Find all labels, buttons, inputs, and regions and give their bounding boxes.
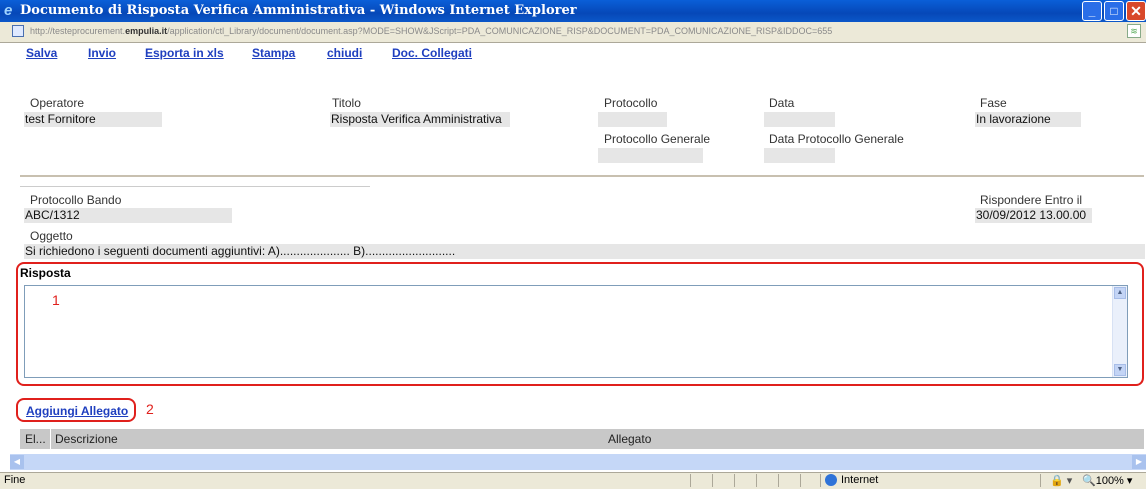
protocollo-bando-field: ABC/1312	[24, 208, 232, 223]
operatore-label: Operatore	[30, 96, 85, 110]
window-titlebar: e Documento di Risposta Verifica Amminis…	[0, 0, 1146, 22]
status-bar: Fine Internet 🔒 ▾ 🔍100% ▾	[0, 472, 1146, 489]
page-icon	[12, 25, 24, 37]
internet-explorer-icon: e	[4, 2, 13, 19]
oggetto-field: Si richiedono i seguenti documenti aggiu…	[24, 244, 1145, 259]
annotation-number-1: 1	[52, 292, 60, 308]
section-divider	[20, 175, 1144, 177]
annotation-number-2: 2	[146, 401, 154, 417]
internet-zone-icon	[825, 474, 837, 486]
scroll-right-icon[interactable]: ▶	[1132, 455, 1146, 469]
scroll-left-icon[interactable]: ◀	[10, 455, 24, 469]
rispondere-entro-label: Rispondere Entro il	[980, 193, 1083, 207]
data-protocollo-generale-label: Data Protocollo Generale	[769, 132, 904, 146]
horizontal-scrollbar[interactable]: ◀ ▶	[10, 454, 1146, 470]
status-separator	[690, 474, 691, 487]
column-header-allegato[interactable]: Allegato	[608, 432, 651, 446]
zoom-value: 100%	[1095, 475, 1124, 487]
window-title: Documento di Risposta Verifica Amministr…	[20, 3, 577, 18]
fase-label: Fase	[980, 96, 1007, 110]
minimize-button[interactable]: _	[1082, 1, 1102, 21]
protocollo-generale-label: Protocollo Generale	[604, 132, 711, 146]
address-bar[interactable]: http://testeprocurement.empulia.it/appli…	[0, 22, 1146, 43]
data-field	[764, 112, 835, 127]
status-separator	[1040, 474, 1041, 487]
url-domain: empulia.it	[125, 26, 168, 36]
url-text[interactable]: http://testeprocurement.empulia.it/appli…	[30, 26, 832, 36]
close-link[interactable]: chiudi	[327, 46, 362, 60]
maximize-button[interactable]: □	[1104, 1, 1124, 21]
feed-icon[interactable]: ≋	[1127, 24, 1141, 38]
status-separator	[734, 474, 735, 487]
titolo-field: Risposta Verifica Amministrativa	[330, 112, 510, 127]
status-separator	[756, 474, 757, 487]
protocollo-field	[598, 112, 667, 127]
status-text: Fine	[4, 474, 26, 486]
close-window-button[interactable]: ✕	[1126, 1, 1146, 21]
status-separator	[820, 474, 821, 487]
annotation-box-2	[16, 398, 136, 422]
protocollo-label: Protocollo	[604, 96, 658, 110]
export-xls-link[interactable]: Esporta in xls	[145, 46, 224, 60]
status-separator	[712, 474, 713, 487]
rispondere-entro-field: 30/09/2012 13.00.00	[975, 208, 1092, 223]
column-header-descrizione[interactable]: Descrizione	[55, 432, 118, 446]
fase-field: In lavorazione	[975, 112, 1081, 127]
operatore-field: test Fornitore	[24, 112, 162, 127]
protocollo-bando-label: Protocollo Bando	[30, 193, 122, 207]
protocollo-generale-field	[598, 148, 703, 163]
column-separator	[50, 429, 51, 449]
security-zone[interactable]: Internet	[841, 474, 878, 486]
print-link[interactable]: Stampa	[252, 46, 295, 60]
protected-mode-icon[interactable]: 🔒 ▾	[1050, 474, 1072, 487]
oggetto-label: Oggetto	[30, 229, 73, 243]
send-link[interactable]: Invio	[88, 46, 116, 60]
save-link[interactable]: Salva	[26, 46, 57, 60]
titolo-label: Titolo	[332, 96, 361, 110]
url-path: /application/ctl_Library/document/docume…	[167, 26, 833, 36]
annotation-box-1	[16, 262, 1144, 386]
linked-docs-link[interactable]: Doc. Collegati	[392, 46, 472, 60]
data-label: Data	[769, 96, 795, 110]
url-prefix: http://testeprocurement.	[30, 26, 126, 36]
attachments-grid-header: El... Descrizione Allegato	[20, 429, 1144, 449]
status-separator	[800, 474, 801, 487]
zoom-icon: 🔍	[1082, 475, 1096, 487]
column-header-el[interactable]: El...	[25, 432, 46, 446]
data-protocollo-generale-field	[764, 148, 835, 163]
section-subdivider	[20, 186, 370, 187]
status-separator	[778, 474, 779, 487]
zoom-level[interactable]: 🔍100% ▾	[1082, 474, 1132, 487]
